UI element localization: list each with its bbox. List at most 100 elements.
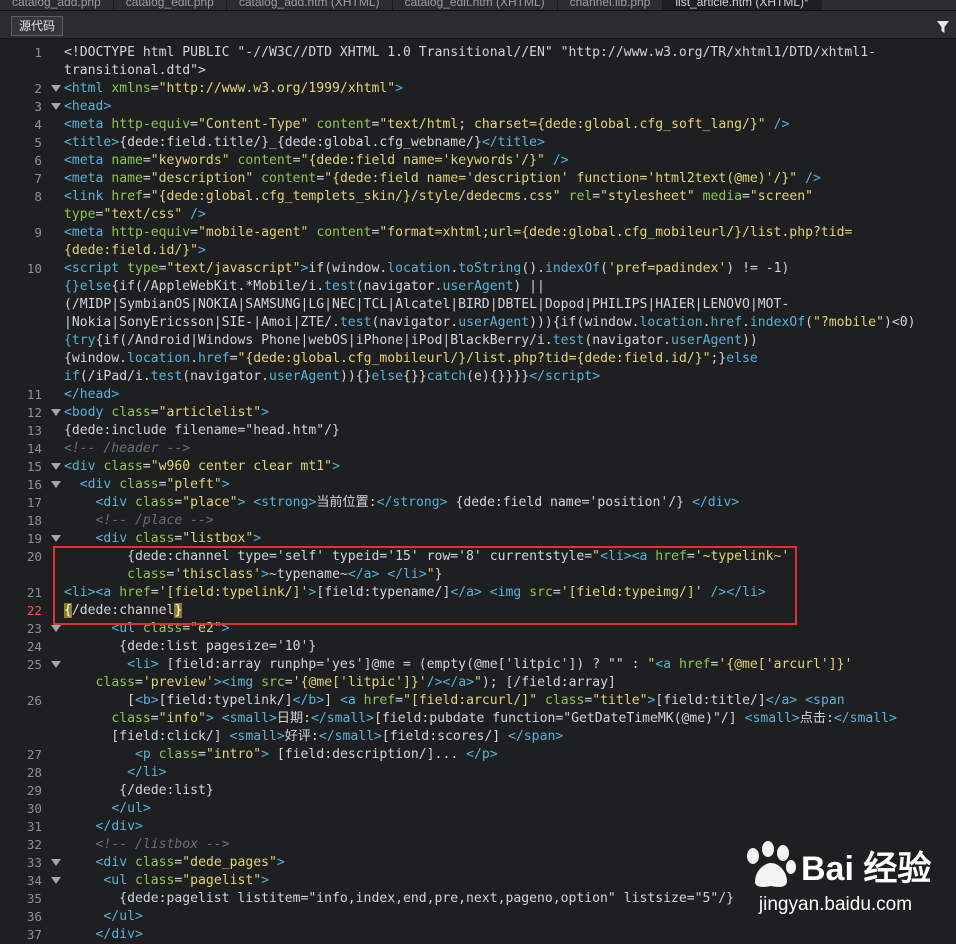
code-line: <ul class="pagelist"> [103, 873, 270, 888]
gutter-row: 35 [0, 890, 64, 908]
code-line: <meta http-equiv="mobile-agent" content=… [64, 225, 853, 240]
gutter-row: 5 [0, 134, 64, 152]
line-number: 2 [34, 81, 42, 96]
gutter-row: 4 [0, 116, 64, 134]
line-number: 25 [26, 657, 42, 672]
gutter-row: 24 [0, 638, 64, 656]
gutter-row [0, 728, 64, 746]
tab-file[interactable]: catalog_add.htm (XHTML) [227, 0, 393, 10]
code-line: type="text/css" /> [64, 207, 206, 222]
fold-arrow-icon[interactable] [51, 463, 61, 470]
tab-file[interactable]: catalog_edit.htm (XHTML) [393, 0, 558, 10]
code-line: </div> [95, 927, 143, 942]
gutter-row [0, 674, 64, 692]
gutter-row [0, 332, 64, 350]
line-number: 16 [26, 477, 42, 492]
gutter-row: 1 [0, 44, 64, 62]
line-number: 35 [26, 891, 42, 906]
gutter-row: 34 [0, 872, 64, 890]
gutter-row: 8 [0, 188, 64, 206]
line-number: 10 [26, 261, 42, 276]
gutter-row [0, 242, 64, 260]
code-line: <div class="pleft"> [79, 477, 230, 492]
code-line: (/MIDP|SymbianOS|NOKIA|SAMSUNG|LG|NEC|TC… [64, 297, 790, 312]
gutter-row: 14 [0, 440, 64, 458]
code-line: <!-- /listbox --> [95, 837, 230, 852]
gutter-row: 25 [0, 656, 64, 674]
line-number: 26 [26, 693, 42, 708]
line-number-gutter: 1 2 3 4 5 6 7 8 9 10 11 12 13 14 15 16 17 18 19 20 21 22 23 24 2… [0, 40, 64, 942]
code-line: <!-- /header --> [64, 441, 191, 456]
line-number: 7 [34, 171, 42, 186]
gutter-row: 6 [0, 152, 64, 170]
funnel-icon[interactable] [936, 20, 950, 34]
line-number: 18 [26, 513, 42, 528]
gutter-row [0, 296, 64, 314]
fold-arrow-icon[interactable] [51, 859, 61, 866]
gutter-row: 26 [0, 692, 64, 710]
gutter-row: 12 [0, 404, 64, 422]
code-line: <p class="intro"> [field:description/]..… [134, 747, 498, 762]
code-line: </head> [64, 387, 120, 402]
line-number: 17 [26, 495, 42, 510]
gutter-row: 32 [0, 836, 64, 854]
code-line: {dede:field.id/}"> [64, 243, 206, 258]
line-number: 36 [26, 909, 42, 924]
fold-arrow-icon[interactable] [51, 535, 61, 542]
code-line: </div> [95, 819, 143, 834]
gutter-row [0, 62, 64, 80]
line-number: 6 [34, 153, 42, 168]
tab-file[interactable]: catalog_edit.php [114, 0, 227, 10]
code-line: if(/iPad/i.test(navigator.userAgent)){}e… [64, 369, 601, 384]
line-number: 22 [26, 603, 42, 618]
line-number: 3 [34, 99, 42, 114]
code-line: {dede:pagelist listitem="info,index,end,… [64, 891, 735, 906]
fold-arrow-icon[interactable] [51, 85, 61, 92]
code-line: {try{if(/Android|Windows Phone|webOS|iPh… [64, 333, 758, 348]
watermark-url: jingyan.baidu.com [758, 894, 913, 915]
tab-bar: catalog_add.php catalog_edit.php catalog_a… [0, 0, 956, 11]
gutter-row [0, 368, 64, 386]
code-line: <head> [64, 99, 112, 114]
fold-arrow-icon[interactable] [51, 877, 61, 884]
fold-arrow-icon[interactable] [51, 409, 61, 416]
gutter-row: 30 [0, 800, 64, 818]
code-line: <meta name="keywords" content="{dede:fie… [64, 153, 569, 168]
tab-file[interactable]: catalog_add.php [0, 0, 114, 10]
baidu-logo-icon: Bai 经验 [747, 841, 931, 888]
code-line: [<b>[field:typelink/]</b>] <a href="[fie… [64, 693, 845, 708]
source-code-button[interactable]: 源代码 [11, 16, 64, 36]
code-line: {window.location.href="{dede:global.cfg_… [64, 351, 758, 366]
code-line: <title>{dede:field.title/}_{dede:global.… [64, 135, 545, 150]
code-line: {dede:list pagesize='10'} [64, 639, 317, 654]
code-line: |Nokia|SonyEricsson|SIE-|Amoi|ZTE/.test(… [64, 315, 916, 330]
line-number: 34 [26, 873, 42, 888]
fold-arrow-icon[interactable] [51, 625, 61, 632]
tab-file[interactable]: channel.lib.php [558, 0, 664, 10]
code-line: [field:click/] <small>好评:</small>[field:… [64, 729, 564, 744]
code-editor[interactable]: 1 2 3 4 5 6 7 8 9 10 11 12 13 14 15 16 17 18 19 20 21 22 23 24 2… [0, 40, 956, 942]
editor-toolbar: 源代码 [0, 11, 956, 39]
code-line: {dede:include filename="head.htm"/} [64, 423, 340, 438]
code-line: <meta name="description" content="{dede:… [64, 171, 821, 186]
line-number: 33 [26, 855, 42, 870]
line-number: 20 [26, 549, 42, 564]
fold-arrow-icon[interactable] [51, 661, 61, 668]
line-number: 5 [34, 135, 42, 150]
line-number: 27 [26, 747, 42, 762]
gutter-row: 37 [0, 926, 64, 944]
line-number: 13 [26, 423, 42, 438]
tab-file[interactable]: list_article.htm (XHTML)* [663, 0, 822, 10]
line-number: 19 [26, 531, 42, 546]
code-line: {/dede:list} [64, 783, 214, 798]
gutter-row: 2 [0, 80, 64, 98]
fold-arrow-icon[interactable] [51, 481, 61, 488]
gutter-row: 16 [0, 476, 64, 494]
gutter-row [0, 278, 64, 296]
line-number: 31 [26, 819, 42, 834]
code-line: <li> [field:array runphp='yes']@me = (em… [127, 657, 853, 672]
code-line: transitional.dtd"> [64, 63, 206, 78]
fold-arrow-icon[interactable] [51, 103, 61, 110]
line-number: 12 [26, 405, 42, 420]
line-number: 28 [26, 765, 42, 780]
